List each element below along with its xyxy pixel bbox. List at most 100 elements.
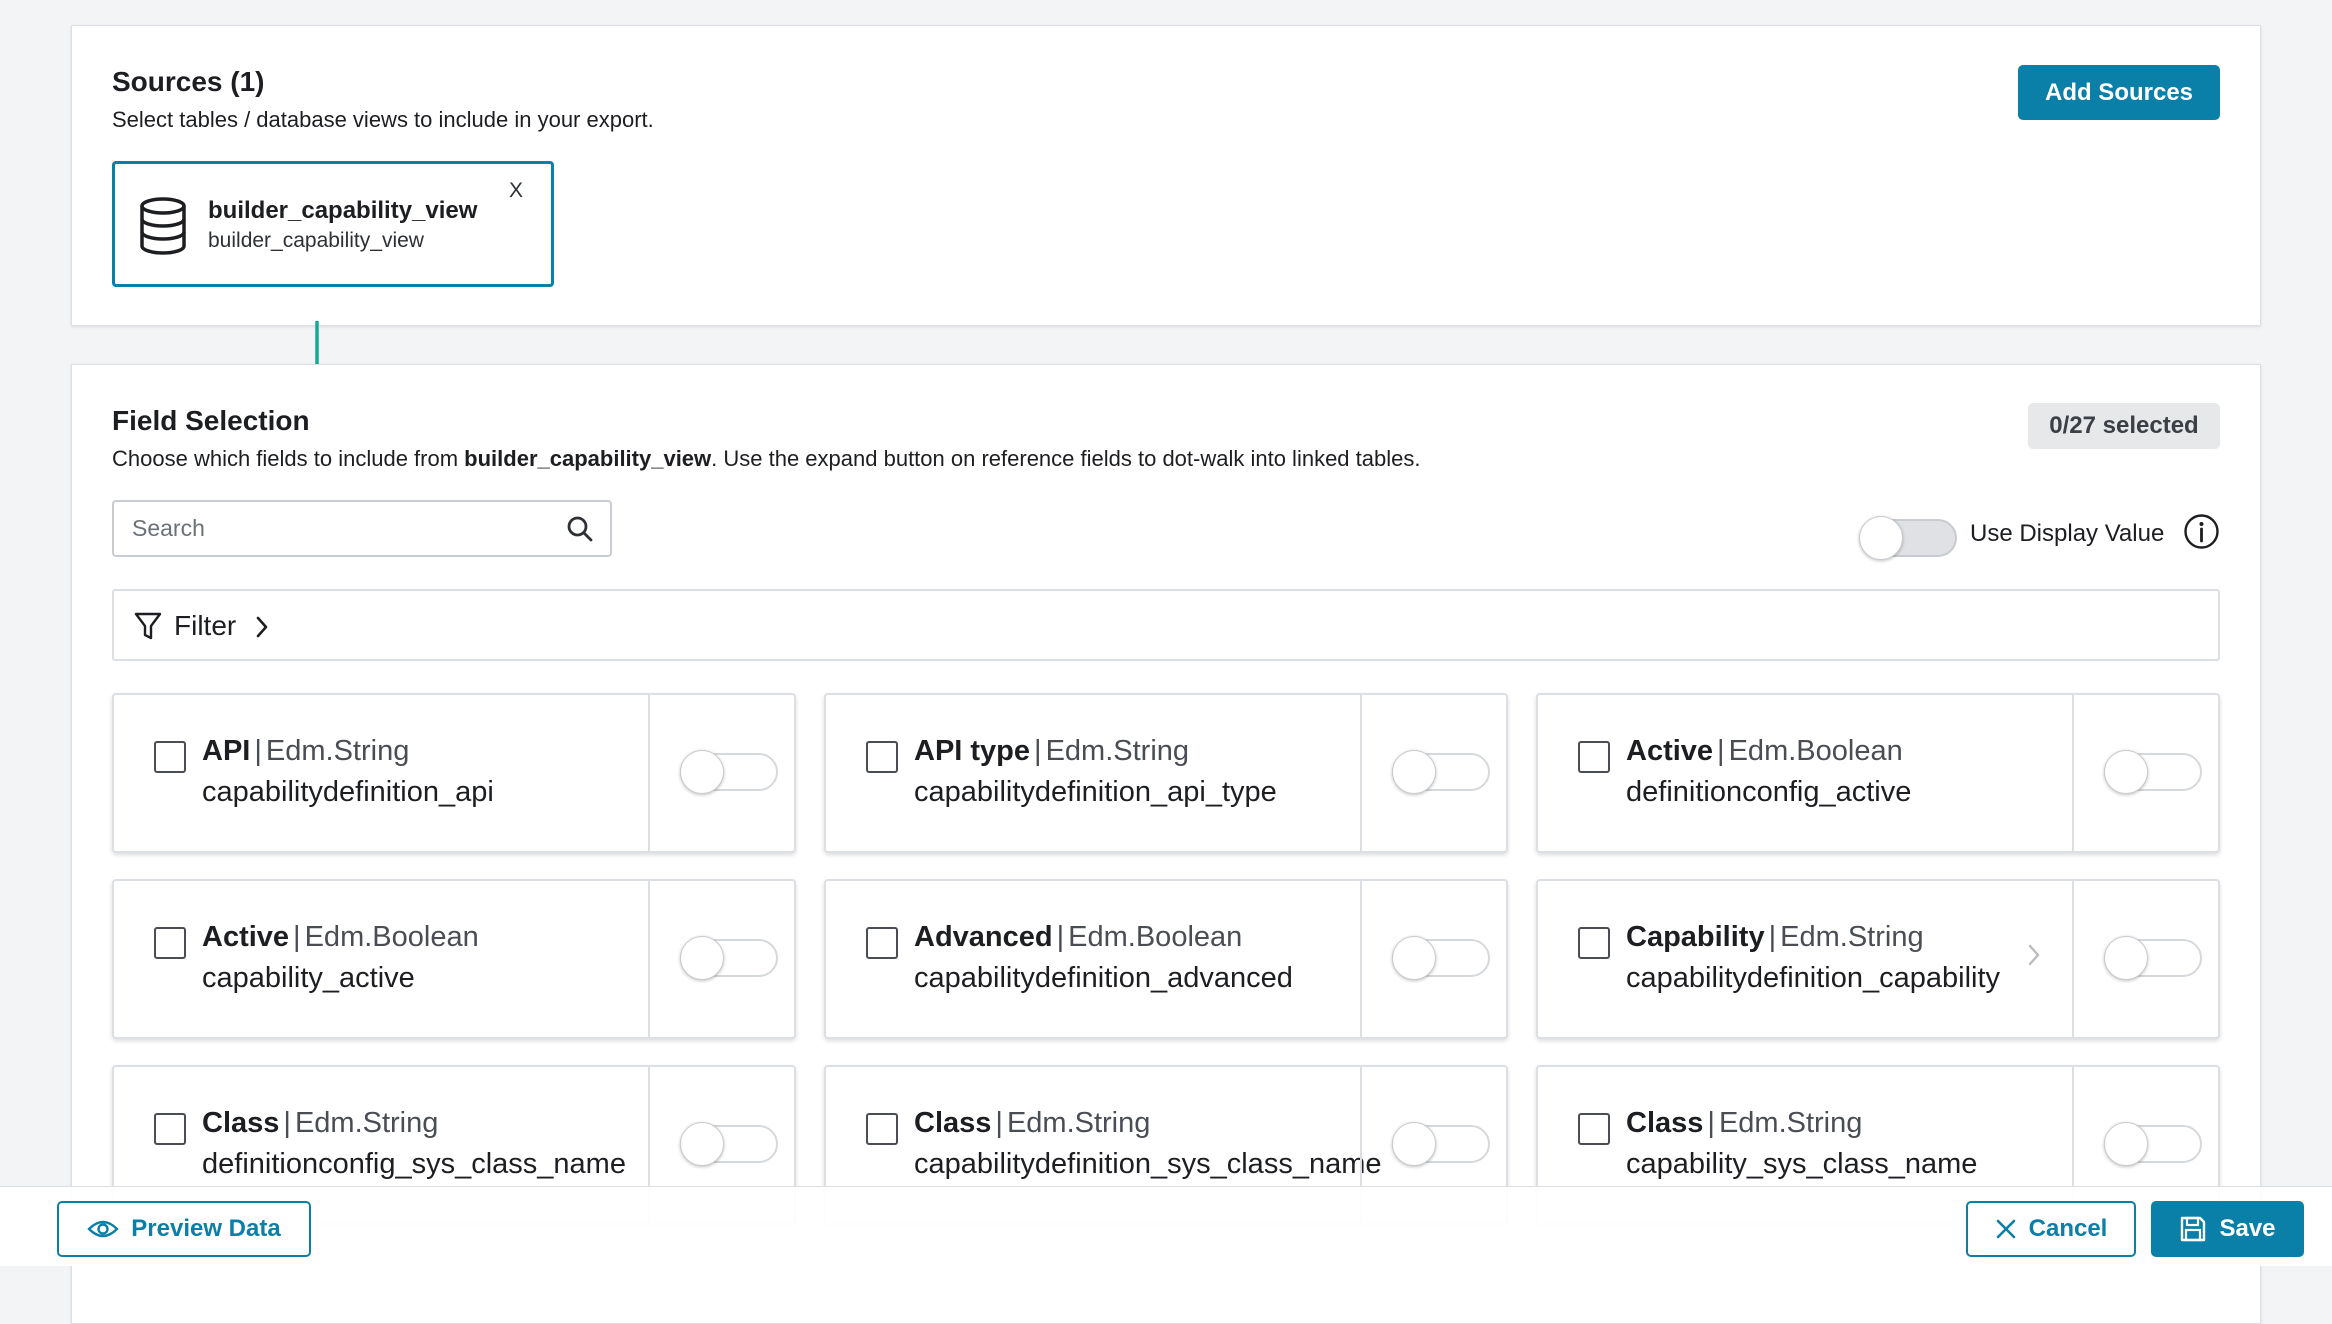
field-checkbox[interactable] [154,927,186,959]
search-input[interactable] [130,502,550,555]
field-name: Advanced [914,921,1053,953]
subtitle-text-end: . Use the expand button on reference fie… [711,446,1421,471]
use-display-value-toggle[interactable] [1859,516,1957,560]
eye-icon [87,1220,119,1238]
preview-data-label: Preview Data [131,1215,281,1242]
toggle-knob [1859,516,1903,560]
toggle-knob [1392,936,1436,980]
field-type: Edm.String [265,735,410,767]
save-label: Save [2219,1215,2276,1242]
field-path: capabilitydefinition_sys_class_name [914,1148,1382,1180]
field-card[interactable]: Active | Edm.Boolean definitionconfig_acti… [1536,693,2220,853]
field-header: Advanced | Edm.Boolean [914,921,1242,954]
field-type: Edm.Boolean [1068,921,1243,953]
field-display-toggle[interactable] [1392,750,1490,794]
filter-label: Filter [174,610,237,641]
close-icon [1996,1219,2015,1239]
field-checkbox[interactable] [154,741,186,773]
toggle-knob [2104,1122,2148,1166]
field-path: capability_active [202,962,415,994]
field-selection-panel: Field Selection Choose which fields to i… [71,364,2261,1324]
use-display-value-label: Use Display Value [1970,520,2165,547]
search-icon[interactable] [566,515,594,543]
field-display-toggle[interactable] [680,750,778,794]
field-path: capabilitydefinition_api [202,776,494,808]
field-checkbox[interactable] [866,741,898,773]
card-divider [2072,695,2074,851]
field-separator: | [1707,1107,1715,1139]
field-checkbox[interactable] [154,1113,186,1145]
cancel-button[interactable]: Cancel [1966,1201,2136,1257]
filter-icon [134,612,162,640]
chevron-right-icon [256,616,268,638]
source-subname: builder_capability_view [208,229,424,252]
field-path: definitionconfig_active [1626,776,1912,808]
field-display-toggle[interactable] [1392,1122,1490,1166]
field-checkbox[interactable] [866,927,898,959]
field-checkbox[interactable] [866,1113,898,1145]
search-box[interactable] [112,500,612,557]
field-header: Class | Edm.String [202,1107,438,1140]
toggle-knob [680,750,724,794]
save-button[interactable]: Save [2151,1201,2304,1257]
field-separator: | [1717,735,1725,767]
field-separator: | [283,1107,291,1139]
field-header: API | Edm.String [202,735,409,768]
source-card[interactable]: builder_capability_view builder_capabili… [112,161,554,287]
card-divider [1360,881,1362,1037]
field-header: Capability | Edm.String [1626,921,1924,954]
field-path: capabilitydefinition_advanced [914,962,1293,994]
field-name: Class [914,1107,992,1139]
field-display-toggle[interactable] [1392,936,1490,980]
preview-data-button[interactable]: Preview Data [57,1201,311,1257]
field-checkbox[interactable] [1578,927,1610,959]
field-type: Edm.String [1006,1107,1151,1139]
filter-bar[interactable]: Filter [112,589,2220,661]
toggle-knob [1392,1122,1436,1166]
database-icon [140,197,186,255]
field-card[interactable]: Capability | Edm.String capabilitydefiniti… [1536,879,2220,1039]
field-header: API type | Edm.String [914,735,1189,768]
field-checkbox[interactable] [1578,1113,1610,1145]
sources-panel: Sources (1) Select tables / database vie… [71,25,2261,425]
field-card[interactable]: Advanced | Edm.Boolean capabilitydefinitio… [824,879,1508,1039]
toggle-knob [680,936,724,980]
field-header: Class | Edm.String [1626,1107,1862,1140]
field-display-toggle[interactable] [2104,936,2202,980]
field-type: Edm.String [1045,735,1190,767]
info-icon[interactable] [2183,513,2220,550]
field-display-toggle[interactable] [2104,750,2202,794]
sources-subtitle: Select tables / database views to includ… [112,107,654,132]
field-header: Active | Edm.Boolean [1626,735,1903,768]
add-sources-button[interactable]: Add Sources [2018,65,2220,120]
field-path: capabilitydefinition_api_type [914,776,1277,808]
field-checkbox[interactable] [1578,741,1610,773]
card-divider [648,881,650,1037]
field-name: Active [202,921,290,953]
expand-chevron-icon[interactable] [2025,941,2043,969]
remove-source-button[interactable]: X [509,179,523,203]
field-path: capability_sys_class_name [1626,1148,1978,1180]
field-type: Edm.Boolean [1728,735,1903,767]
field-display-toggle[interactable] [680,1122,778,1166]
toggle-knob [2104,936,2148,980]
card-divider [648,695,650,851]
sources-title: Sources (1) [112,66,265,97]
toggle-knob [1392,750,1436,794]
selected-count-badge: 0/27 selected [2028,403,2220,449]
field-type: Edm.Boolean [304,921,479,953]
field-selection-subtitle: Choose which fields to include from buil… [112,446,1420,472]
field-name: Capability [1626,921,1765,953]
field-separator: | [1768,921,1777,953]
field-display-toggle[interactable] [680,936,778,980]
toggle-knob [680,1122,724,1166]
field-display-toggle[interactable] [2104,1122,2202,1166]
field-separator: | [995,1107,1003,1139]
field-name: Class [1626,1107,1704,1139]
save-icon [2181,1216,2206,1242]
field-card[interactable]: API | Edm.String capabilitydefinition_api [112,693,796,853]
field-card[interactable]: API type | Edm.String capabilitydefinition… [824,693,1508,853]
card-divider [1360,695,1362,851]
field-card[interactable]: Active | Edm.Boolean capability_active [112,879,796,1039]
field-separator: | [293,921,301,953]
